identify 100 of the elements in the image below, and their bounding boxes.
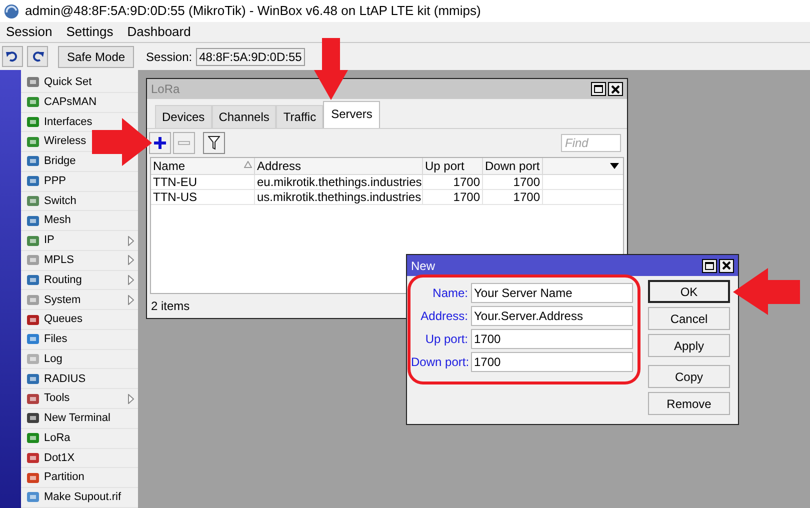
sidebar-item[interactable]: LoRa xyxy=(21,428,138,449)
menu-item[interactable]: Dashboard xyxy=(127,22,191,42)
tab[interactable]: Devices xyxy=(155,105,212,128)
field-label: Down port: xyxy=(411,354,468,371)
submenu-arrow-icon xyxy=(128,236,134,246)
safe-mode-button[interactable]: Safe Mode xyxy=(58,46,134,68)
close-button[interactable] xyxy=(719,258,734,272)
text-field[interactable]: Your Server Name xyxy=(471,283,633,303)
menu-item[interactable]: Session xyxy=(6,22,52,42)
menu-icon xyxy=(26,154,40,168)
maximize-button[interactable] xyxy=(591,82,606,96)
sidebar-item[interactable]: PPP xyxy=(21,172,138,192)
table-cell: 1700 xyxy=(423,190,483,204)
tab[interactable]: Traffic xyxy=(276,105,324,128)
status-text: 2 items xyxy=(151,298,190,315)
menu-icon xyxy=(26,490,40,504)
arrow-annotation xyxy=(733,268,800,315)
find-field[interactable]: Find xyxy=(561,134,621,152)
menu-item[interactable]: Settings xyxy=(66,22,114,42)
menu-icon xyxy=(26,134,40,149)
menu-icon xyxy=(26,75,40,90)
column-header[interactable]: Up port xyxy=(423,158,483,174)
menu-icon xyxy=(26,431,40,446)
menu-icon xyxy=(26,292,40,307)
sidebar-item[interactable]: Dot1X xyxy=(21,448,138,468)
menu-icon xyxy=(26,312,40,327)
undo-icon xyxy=(6,51,19,62)
table-cell: us.mikrotik.thethings.industries xyxy=(255,190,423,204)
tab[interactable]: Servers xyxy=(323,101,380,128)
column-header[interactable]: Address xyxy=(255,158,423,174)
submenu-arrow-icon xyxy=(128,275,134,286)
dialog-button[interactable]: Apply xyxy=(648,334,730,357)
field-label: Address: xyxy=(420,308,468,325)
dialog-button[interactable]: Remove xyxy=(648,392,730,415)
arrow-annotation xyxy=(314,38,348,100)
session-field: 48:8F:5A:9D:0D:55 xyxy=(196,48,305,66)
add-button[interactable] xyxy=(149,132,171,154)
dialog-button[interactable]: OK xyxy=(648,280,730,303)
window-title: LoRa xyxy=(151,81,180,98)
menu-icon xyxy=(26,273,40,288)
submenu-arrow-icon xyxy=(128,255,134,266)
filter-icon xyxy=(208,136,220,150)
menu-icon xyxy=(26,352,40,366)
dropdown-arrow-icon xyxy=(610,163,619,169)
app-logo-icon xyxy=(4,4,19,18)
undo-button[interactable] xyxy=(2,46,23,67)
sidebar-item[interactable]: Queues xyxy=(21,310,138,330)
column-header[interactable]: Name xyxy=(151,158,255,174)
menu-icon xyxy=(26,450,40,465)
sidebar-item[interactable]: Quick Set xyxy=(21,73,138,93)
redo-button[interactable] xyxy=(27,46,48,67)
sidebar-item[interactable]: RADIUS xyxy=(21,369,138,390)
sidebar-item[interactable]: New Terminal xyxy=(21,409,138,429)
dialog-title: New xyxy=(411,258,436,274)
submenu-arrow-icon xyxy=(128,394,134,404)
table-cell: 1700 xyxy=(483,190,543,204)
sidebar-item[interactable]: Mesh xyxy=(21,211,138,232)
close-button[interactable] xyxy=(608,82,623,96)
plus-icon xyxy=(154,137,166,149)
menu-icon xyxy=(26,234,40,248)
menu-icon xyxy=(26,174,40,188)
sidebar-item[interactable]: Log xyxy=(21,350,138,370)
sidebar-item[interactable]: Switch xyxy=(21,192,138,212)
menu-icon xyxy=(26,470,40,485)
sidebar-item[interactable]: Tools xyxy=(21,389,138,410)
sidebar-item[interactable]: System xyxy=(21,290,138,310)
dialog-button[interactable]: Copy xyxy=(648,365,730,388)
window-title: admin@48:8F:5A:9D:0D:55 (MikroTik) - WinBox v6.48 on LtAP LTE kit (mmips) xyxy=(25,2,481,20)
field-label: Name: xyxy=(432,285,468,302)
maximize-button[interactable] xyxy=(702,258,717,272)
table-cell: 1700 xyxy=(483,175,543,189)
sidebar-item[interactable]: Routing xyxy=(21,270,138,290)
table-cell: 1700 xyxy=(423,175,483,189)
session-label: Session: xyxy=(146,48,192,66)
tab[interactable]: Channels xyxy=(212,105,276,128)
menu-icon xyxy=(26,332,40,346)
sidebar-item[interactable]: CAPsMAN xyxy=(21,92,138,113)
sidebar-item[interactable]: Make Supout.rif xyxy=(21,488,138,508)
sidebar-item[interactable]: MPLS xyxy=(21,250,138,271)
text-field[interactable]: 1700 xyxy=(471,329,633,349)
filter-button[interactable] xyxy=(203,132,225,154)
menu-icon xyxy=(26,95,40,110)
submenu-arrow-icon xyxy=(128,294,134,305)
sort-arrow-icon xyxy=(244,161,252,168)
table-cell: eu.mikrotik.thethings.industries xyxy=(255,175,423,189)
column-header[interactable]: Down port xyxy=(483,158,543,174)
table-cell: TTN-EU xyxy=(151,175,255,189)
minus-icon xyxy=(178,141,190,145)
menu-icon xyxy=(26,214,40,228)
arrow-annotation xyxy=(92,118,152,166)
menu-icon xyxy=(26,411,40,426)
redo-icon xyxy=(31,51,44,62)
sidebar-item[interactable]: Files xyxy=(21,330,138,350)
text-field[interactable]: 1700 xyxy=(471,352,633,372)
dialog-button[interactable]: Cancel xyxy=(648,307,730,330)
menu-icon xyxy=(26,114,40,129)
text-field[interactable]: Your.Server.Address xyxy=(471,306,633,326)
sidebar-item[interactable]: IP xyxy=(21,231,138,251)
sidebar-item[interactable]: Partition xyxy=(21,468,138,488)
table-cell: TTN-US xyxy=(151,190,255,204)
